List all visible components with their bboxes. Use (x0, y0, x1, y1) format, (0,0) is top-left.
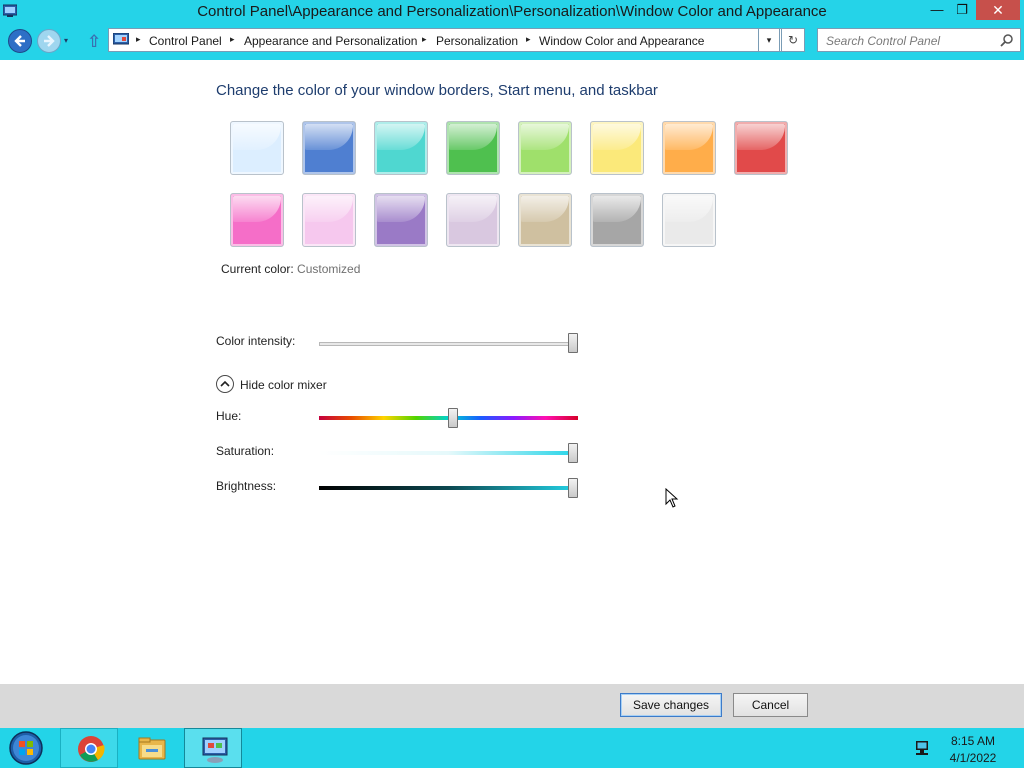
color-swatch-leaf[interactable] (446, 121, 500, 175)
breadcrumb-window-color-and-appearance[interactable]: Window Color and Appearance (539, 34, 704, 48)
color-intensity-label: Color intensity: (216, 334, 296, 348)
main-content: Change the color of your window borders,… (0, 60, 1024, 684)
clock-time: 8:15 AM (950, 734, 996, 748)
swatch-gloss (377, 124, 425, 150)
hue-label: Hue: (216, 409, 242, 423)
chevron-up-icon[interactable] (216, 375, 234, 393)
address-history-dropdown[interactable]: ▾ (758, 28, 780, 52)
chrome-icon (78, 736, 105, 762)
color-swatch-lemon[interactable] (590, 121, 644, 175)
hue-thumb[interactable] (448, 408, 459, 428)
arrow-right-icon (44, 35, 55, 47)
cancel-button[interactable]: Cancel (733, 693, 808, 717)
window-title: Control Panel\Appearance and Personaliza… (197, 3, 827, 20)
control-panel-icon (113, 33, 129, 45)
minimize-button[interactable]: — (925, 0, 949, 20)
back-button[interactable] (8, 29, 32, 53)
color-swatch-pumpkin[interactable] (662, 121, 716, 175)
swatch-gloss (665, 196, 713, 222)
swatch-gloss (593, 196, 641, 222)
color-swatch-slate[interactable] (662, 193, 716, 247)
swatch-gloss (377, 196, 425, 222)
color-swatch-sky[interactable] (230, 121, 284, 175)
up-arrow-icon[interactable]: ⇧ (87, 32, 101, 52)
breadcrumb-appearance-and-personalization[interactable]: Appearance and Personalization (244, 34, 417, 48)
saturation-label: Saturation: (216, 444, 275, 458)
color-swatch-twilight[interactable] (302, 121, 356, 175)
color-swatch-lime[interactable] (518, 121, 572, 175)
taskbar-control-panel[interactable] (184, 728, 242, 768)
color-intensity-thumb[interactable] (568, 333, 578, 353)
taskbar-file-explorer[interactable] (122, 728, 180, 768)
maximize-button[interactable]: ❐ (950, 0, 974, 20)
title-bar: Control Panel\Appearance and Personaliza… (0, 0, 1024, 24)
current-color-label: Current color: (221, 262, 294, 276)
swatch-gloss (665, 124, 713, 150)
color-swatch-fuchsia[interactable] (230, 193, 284, 247)
color-intensity-slider[interactable] (319, 342, 578, 346)
color-swatch-blush[interactable] (302, 193, 356, 247)
breadcrumb-control-panel[interactable]: Control Panel (149, 34, 222, 48)
hide-color-mixer-link[interactable]: Hide color mixer (240, 378, 327, 392)
save-changes-button[interactable]: Save changes (620, 693, 722, 717)
swatch-gloss (305, 124, 353, 150)
swatch-gloss (305, 196, 353, 222)
search-placeholder: Search Control Panel (826, 34, 941, 48)
color-swatch-taupe[interactable] (518, 193, 572, 247)
breadcrumb-separator[interactable]: ▸ (230, 34, 235, 45)
file-explorer-icon (138, 737, 166, 760)
color-swatch-lavender[interactable] (446, 193, 500, 247)
page-title: Change the color of your window borders,… (216, 82, 658, 99)
swatch-gloss (449, 196, 497, 222)
color-swatch-ruby[interactable] (734, 121, 788, 175)
arrow-left-icon (14, 35, 25, 47)
search-icon[interactable] (1000, 33, 1014, 47)
color-swatch-chocolate[interactable] (590, 193, 644, 247)
swatch-gloss (233, 124, 281, 150)
breadcrumb-separator[interactable]: ▸ (422, 34, 427, 45)
refresh-button[interactable]: ↻ (781, 28, 805, 52)
swatch-gloss (449, 124, 497, 150)
current-color-status: Current color: Customized (221, 262, 360, 276)
color-swatch-sea-foam[interactable] (374, 121, 428, 175)
swatch-gloss (521, 124, 569, 150)
system-clock[interactable]: 8:15 AM 4/1/2022 (940, 733, 1006, 767)
breadcrumb-personalization[interactable]: Personalization (436, 34, 518, 48)
current-color-value: Customized (297, 262, 361, 276)
saturation-thumb[interactable] (568, 443, 578, 463)
breadcrumb-separator[interactable]: ▸ (526, 34, 531, 45)
saturation-slider[interactable] (319, 451, 578, 455)
swatch-gloss (593, 124, 641, 150)
taskbar-chrome[interactable] (60, 728, 118, 768)
color-swatch-violet[interactable] (374, 193, 428, 247)
network-icon[interactable] (913, 740, 931, 756)
swatch-gloss (233, 196, 281, 222)
start-orb-icon[interactable] (6, 730, 46, 766)
address-bar[interactable]: ▸ Control Panel ▸ Appearance and Persona… (108, 28, 804, 52)
action-bar: Save changes Cancel (0, 684, 1024, 728)
mouse-cursor-icon (665, 488, 679, 508)
search-input[interactable]: Search Control Panel (817, 28, 1021, 52)
control-panel-icon (202, 737, 228, 763)
brightness-slider[interactable] (319, 486, 578, 490)
brightness-thumb[interactable] (568, 478, 578, 498)
swatch-gloss (737, 124, 785, 150)
taskbar (0, 728, 1024, 768)
clock-date: 4/1/2022 (949, 751, 997, 765)
swatch-gloss (521, 196, 569, 222)
close-button[interactable]: ✕ (976, 0, 1020, 20)
brightness-label: Brightness: (216, 479, 277, 493)
forward-button[interactable] (37, 29, 61, 53)
recent-pages-dropdown[interactable]: ▾ (64, 36, 68, 45)
breadcrumb-separator[interactable]: ▸ (136, 34, 141, 45)
